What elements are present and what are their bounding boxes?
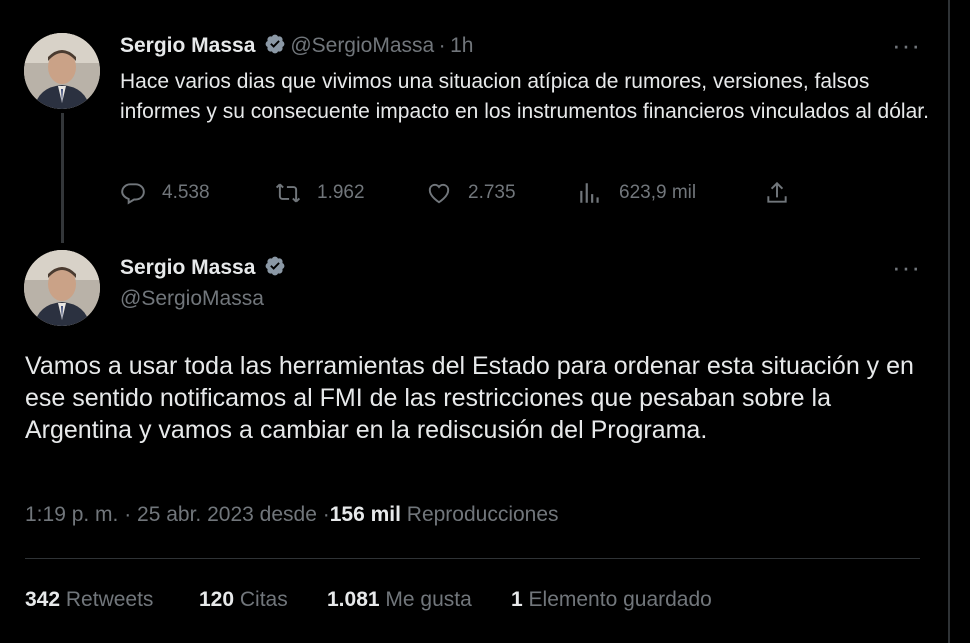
thread-connector: [61, 113, 64, 243]
quotes-stat[interactable]: 120 Citas: [199, 588, 288, 612]
retweets-stat[interactable]: 342 Retweets: [25, 588, 153, 612]
retweet-icon: [275, 183, 301, 203]
more-horizontal-icon[interactable]: ···: [892, 30, 921, 61]
avatar-image: [24, 250, 100, 326]
like-count: 2.735: [468, 182, 516, 203]
quotes-label: Citas: [239, 588, 288, 611]
quotes-count: 120: [199, 588, 235, 611]
separator-dot: ·: [322, 503, 330, 526]
retweets-count: 342: [25, 588, 61, 611]
tweet-timestamp[interactable]: 1:19 p. m. · 25 abr. 2023 desde: [25, 503, 317, 526]
avatar[interactable]: [24, 250, 100, 326]
views-chart-icon: [580, 183, 599, 203]
author-handle[interactable]: @SergioMassa: [290, 34, 434, 57]
retweet-count: 1.962: [317, 182, 365, 203]
tweet-actions: 4.538 1.962 2.735 623,9 mil: [120, 180, 800, 216]
tweet-meta: 1:19 p. m. · 25 abr. 2023 desde ·156 mil…: [25, 503, 559, 527]
verified-badge-icon: [265, 34, 285, 54]
tweet-time[interactable]: 1h: [450, 34, 473, 57]
heart-icon: [428, 183, 450, 204]
verified-badge-icon: [265, 256, 285, 276]
likes-count: 1.081: [327, 588, 380, 611]
bookmarks-stat[interactable]: 1 Elemento guardado: [511, 588, 712, 612]
views-count: 623,9 mil: [619, 182, 697, 203]
divider: [25, 558, 920, 559]
timeline-border: [948, 0, 950, 643]
tweet2-header: Sergio Massa: [120, 255, 286, 280]
tweet-text: Vamos a usar toda las herramientas del E…: [25, 352, 914, 444]
reply-count: 4.538: [162, 182, 210, 203]
retweet-button[interactable]: 1.962: [275, 180, 365, 206]
share-icon: [767, 181, 787, 203]
likes-label: Me gusta: [385, 588, 472, 611]
author-handle[interactable]: @SergioMassa: [120, 287, 264, 311]
author-name[interactable]: Sergio Massa: [120, 34, 255, 57]
avatar[interactable]: [24, 33, 100, 109]
tweet1-header: Sergio Massa @SergioMassa · 1h: [120, 33, 473, 58]
likes-stat[interactable]: 1.081 Me gusta: [327, 588, 472, 612]
author-name[interactable]: Sergio Massa: [120, 256, 255, 279]
more-horizontal-icon[interactable]: ···: [892, 252, 921, 283]
bookmarks-label: Elemento guardado: [528, 588, 712, 611]
avatar-image: [24, 33, 100, 109]
reply-button[interactable]: 4.538: [120, 180, 210, 206]
like-button[interactable]: 2.735: [426, 180, 516, 206]
bookmarks-count: 1: [511, 588, 523, 611]
separator-dot: ·: [438, 34, 446, 57]
views-label: Reproducciones: [406, 503, 559, 526]
tweet-text: Hace varios dias que vivimos una situaci…: [120, 70, 929, 123]
retweets-label: Retweets: [65, 588, 154, 611]
views-count: 156 mil: [329, 503, 401, 526]
share-button[interactable]: [764, 180, 806, 206]
views-button[interactable]: 623,9 mil: [577, 180, 696, 206]
reply-icon: [121, 183, 145, 205]
